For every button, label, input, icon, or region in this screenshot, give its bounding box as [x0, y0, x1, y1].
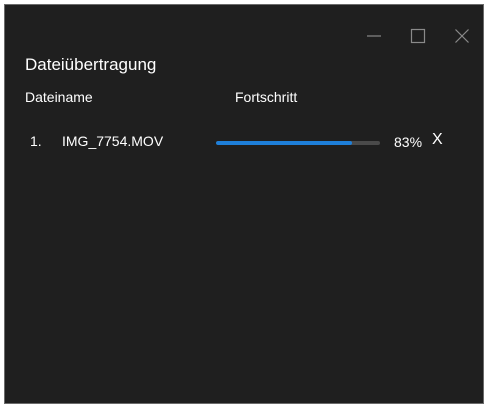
cancel-transfer-button[interactable]: X	[432, 131, 443, 149]
transfer-window: Dateiübertragung Dateiname Fortschritt 1…	[4, 4, 484, 404]
file-name: IMG_7754.MOV	[62, 133, 164, 149]
close-icon[interactable]	[453, 27, 471, 45]
minimize-icon[interactable]	[365, 27, 383, 45]
progress-fill	[216, 141, 353, 145]
progress-bar	[216, 141, 380, 145]
maximize-icon[interactable]	[409, 27, 427, 45]
transfer-row: 1. IMG_7754.MOV 83% X	[5, 131, 483, 153]
window-title: Dateiübertragung	[25, 55, 157, 74]
progress-percent: 83%	[394, 134, 423, 150]
column-header-progress: Fortschritt	[235, 89, 298, 105]
row-index: 1.	[30, 133, 42, 149]
window-controls	[365, 27, 471, 45]
column-header-filename: Dateiname	[25, 89, 93, 105]
